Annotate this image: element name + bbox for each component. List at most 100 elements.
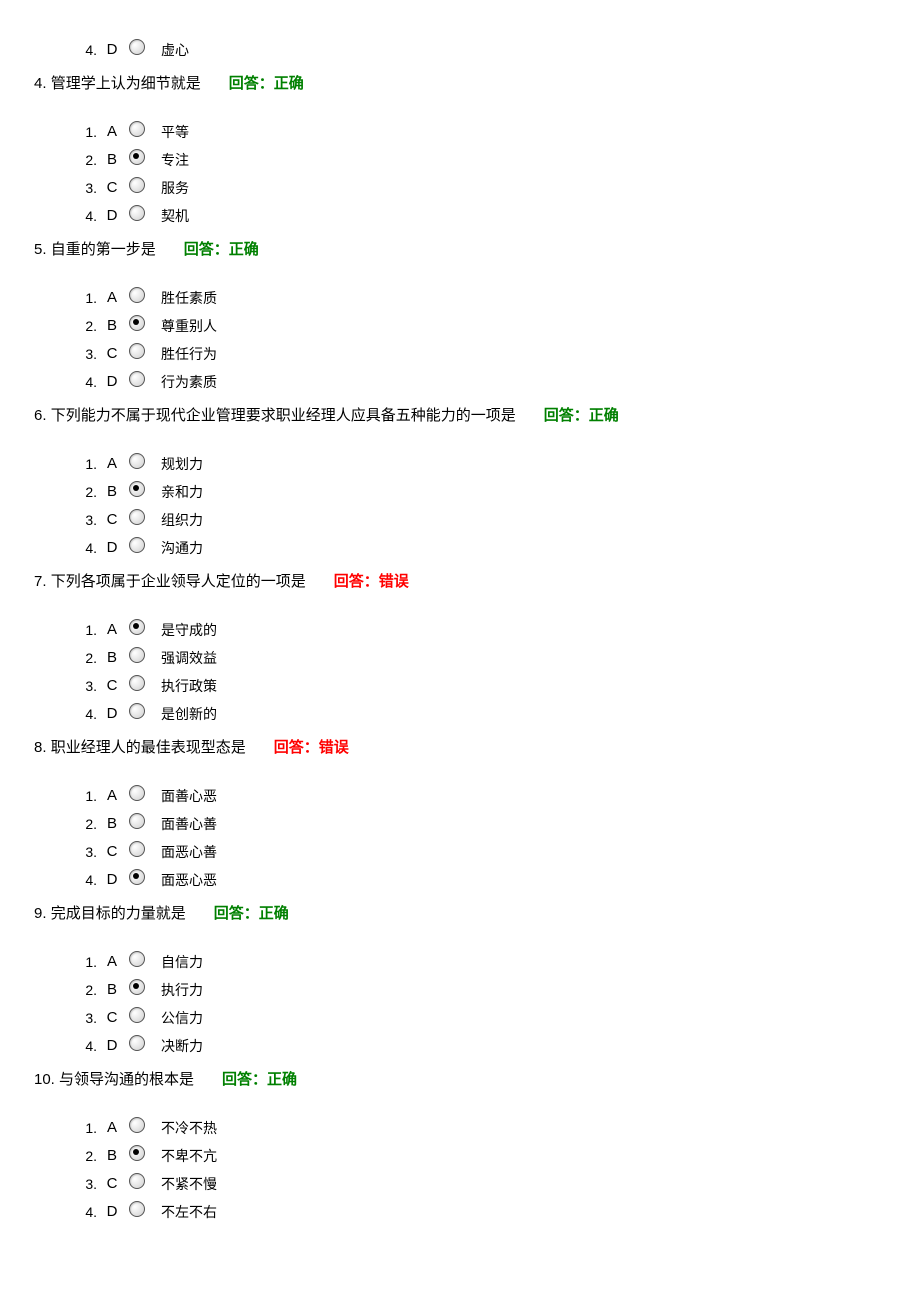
option-number: 1. <box>73 1117 97 1139</box>
radio-icon[interactable] <box>129 287 145 303</box>
option-text: 不紧不慢 <box>161 1173 217 1195</box>
radio-icon[interactable] <box>129 619 145 635</box>
option-number: 4. <box>73 1201 97 1223</box>
option-letter: B <box>101 646 123 670</box>
radio-icon[interactable] <box>129 39 145 55</box>
radio-icon[interactable] <box>129 371 145 387</box>
radio-icon[interactable] <box>129 121 145 137</box>
radio-icon[interactable] <box>129 785 145 801</box>
feedback-label: 回答：正确 <box>222 1071 297 1088</box>
option-letter: A <box>101 950 123 974</box>
option-row: 4.D是创新的 <box>73 702 920 726</box>
radio-icon[interactable] <box>129 1035 145 1051</box>
options-list: 1.A面善心恶2.B面善心善3.C面恶心善4.D面恶心恶 <box>73 784 920 892</box>
radio-icon[interactable] <box>129 481 145 497</box>
option-number: 3. <box>73 841 97 863</box>
question-block: 9. 完成目标的力量就是回答：正确1.A自信力2.B执行力3.C公信力4.D决断… <box>34 902 920 1058</box>
option-letter: A <box>101 784 123 808</box>
radio-icon[interactable] <box>129 979 145 995</box>
radio-icon[interactable] <box>129 1117 145 1133</box>
option-text: 不冷不热 <box>161 1117 217 1139</box>
question-number: 4. <box>34 75 51 92</box>
radio-icon[interactable] <box>129 177 145 193</box>
option-number: 1. <box>73 121 97 143</box>
question-text: 完成目标的力量就是 <box>51 905 186 922</box>
option-number: 3. <box>73 509 97 531</box>
option-number: 4. <box>73 1035 97 1057</box>
question-text: 下列各项属于企业领导人定位的一项是 <box>51 573 306 590</box>
question-title: 8. 职业经理人的最佳表现型态是回答：错误 <box>34 736 920 760</box>
radio-icon[interactable] <box>129 1201 145 1217</box>
option-letter: A <box>101 120 123 144</box>
option-text: 尊重别人 <box>161 315 217 337</box>
option-row: 1.A是守成的 <box>73 618 920 642</box>
radio-icon[interactable] <box>129 675 145 691</box>
option-number: 1. <box>73 785 97 807</box>
radio-icon[interactable] <box>129 1173 145 1189</box>
question-block: 5. 自重的第一步是回答：正确1.A胜任素质2.B尊重别人3.C胜任行为4.D行… <box>34 238 920 394</box>
option-letter: D <box>101 536 123 560</box>
option-text: 契机 <box>161 205 189 227</box>
radio-icon[interactable] <box>129 315 145 331</box>
option-text: 虚心 <box>161 39 189 61</box>
option-number: 3. <box>73 343 97 365</box>
option-text: 面善心善 <box>161 813 217 835</box>
option-number: 4. <box>73 39 97 61</box>
radio-icon[interactable] <box>129 537 145 553</box>
option-letter: B <box>101 978 123 1002</box>
option-letter: C <box>101 342 123 366</box>
option-letter: C <box>101 508 123 532</box>
radio-icon[interactable] <box>129 1145 145 1161</box>
option-text: 服务 <box>161 177 189 199</box>
option-letter: C <box>101 1172 123 1196</box>
radio-icon[interactable] <box>129 509 145 525</box>
radio-icon[interactable] <box>129 149 145 165</box>
feedback-label: 回答：错误 <box>334 573 409 590</box>
feedback-label: 回答：错误 <box>274 739 349 756</box>
radio-icon[interactable] <box>129 841 145 857</box>
option-row: 2.B执行力 <box>73 978 920 1002</box>
option-row: 1.A规划力 <box>73 452 920 476</box>
option-text: 面恶心善 <box>161 841 217 863</box>
option-number: 3. <box>73 675 97 697</box>
option-letter: B <box>101 148 123 172</box>
option-number: 2. <box>73 979 97 1001</box>
radio-icon[interactable] <box>129 343 145 359</box>
option-text: 组织力 <box>161 509 203 531</box>
question-title: 6. 下列能力不属于现代企业管理要求职业经理人应具备五种能力的一项是回答：正确 <box>34 404 920 428</box>
radio-icon[interactable] <box>129 453 145 469</box>
option-row: 3.C胜任行为 <box>73 342 920 366</box>
options-list: 1.A是守成的2.B强调效益3.C执行政策4.D是创新的 <box>73 618 920 726</box>
question-title: 7. 下列各项属于企业领导人定位的一项是 回答：错误 <box>34 570 920 594</box>
radio-icon[interactable] <box>129 703 145 719</box>
option-row: 1.A自信力 <box>73 950 920 974</box>
radio-icon[interactable] <box>129 647 145 663</box>
question-text: 与领导沟通的根本是 <box>59 1071 194 1088</box>
radio-icon[interactable] <box>129 1007 145 1023</box>
options-list: 1.A规划力2.B亲和力3.C组织力4.D沟通力 <box>73 452 920 560</box>
option-letter: C <box>101 176 123 200</box>
option-letter: B <box>101 480 123 504</box>
question-text: 管理学上认为细节就是 <box>51 75 201 92</box>
question-block: 8. 职业经理人的最佳表现型态是回答：错误1.A面善心恶2.B面善心善3.C面恶… <box>34 736 920 892</box>
option-number: 3. <box>73 1173 97 1195</box>
radio-icon[interactable] <box>129 205 145 221</box>
option-row: 4. D 虚心 <box>73 38 920 62</box>
questions-container: 4. 管理学上认为细节就是回答：正确1.A平等2.B专注3.C服务4.D契机5.… <box>34 72 920 1224</box>
option-letter: C <box>101 840 123 864</box>
option-letter: A <box>101 286 123 310</box>
question-number: 7. <box>34 573 51 590</box>
question-number: 6. <box>34 407 51 424</box>
question-title: 5. 自重的第一步是回答：正确 <box>34 238 920 262</box>
question-number: 8. <box>34 739 51 756</box>
radio-icon[interactable] <box>129 869 145 885</box>
option-row: 2.B不卑不亢 <box>73 1144 920 1168</box>
radio-icon[interactable] <box>129 951 145 967</box>
option-number: 2. <box>73 481 97 503</box>
option-letter: D <box>101 38 123 62</box>
question-block: 7. 下列各项属于企业领导人定位的一项是 回答：错误 1.A是守成的2.B强调效益3… <box>34 570 920 726</box>
radio-icon[interactable] <box>129 813 145 829</box>
options-list: 1.A平等2.B专注3.C服务4.D契机 <box>73 120 920 228</box>
option-row: 3.C 面恶心善 <box>73 840 920 864</box>
question-number: 5. <box>34 241 51 258</box>
